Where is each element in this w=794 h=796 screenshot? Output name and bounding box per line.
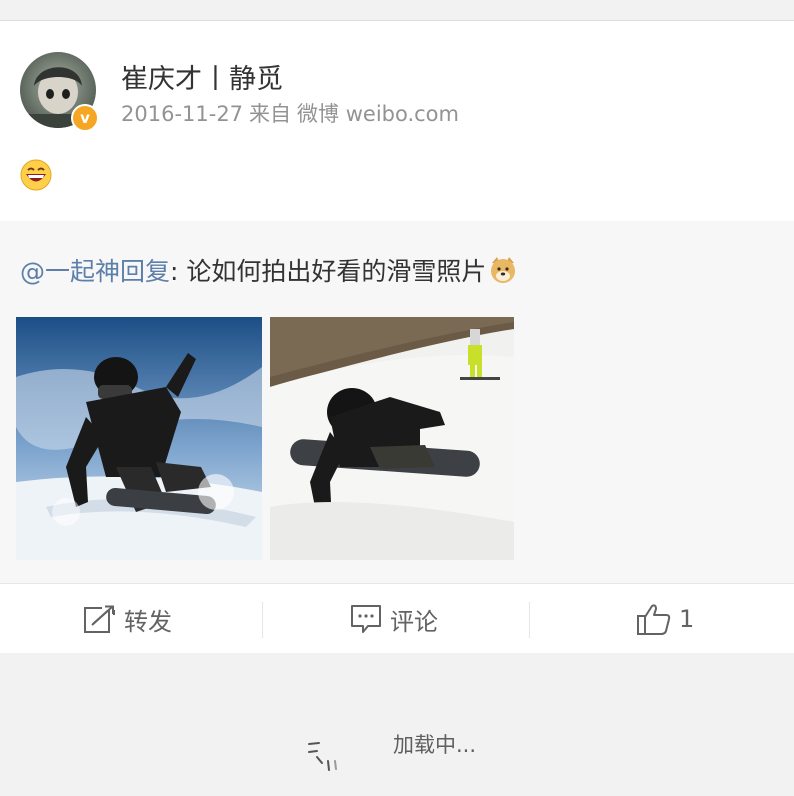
retweet-block[interactable]: @一起神回复: 论如何拍出好看的滑雪照片 [0,221,794,583]
divider [262,602,263,638]
verified-v-icon: v [71,104,99,132]
divider [529,602,530,638]
grinning-face-emoji [20,159,52,191]
mention-separator: : [170,257,187,286]
repost-label: 转发 [124,607,172,636]
user-name[interactable]: 崔庆才丨静觅 [121,57,283,96]
retweet-body: 论如何拍出好看的滑雪照片 [186,257,487,286]
like-count: 1 [679,605,695,633]
mention-link[interactable]: @一起神回复 [20,257,170,286]
loading-area: 加载中... [0,653,794,796]
snowboarder-photo-2[interactable] [270,317,514,560]
thumbs-up-icon [637,604,671,635]
loading-spinner-icon [308,742,337,771]
post-meta: 2016-11-27 来自 微博 weibo.com [121,98,465,128]
retweet-text: @一起神回复: 论如何拍出好看的滑雪照片 [20,252,518,288]
weibo-post-card: v 崔庆才丨静觅 2016-11-27 来自 微博 weibo.com @一起神回复… [0,21,794,655]
comment-button[interactable]: 评论 [350,584,438,654]
repost-button[interactable]: 转发 [84,584,172,654]
comment-icon [351,605,381,633]
top-strip [0,0,794,21]
avatar[interactable]: v [20,52,99,132]
source-prefix: 来自 [249,102,292,126]
action-bar: 转发 评论 1 [0,583,794,655]
comment-label: 评论 [390,607,438,636]
post-source[interactable]: 微博 weibo.com [297,102,459,126]
snowboarder-photo-1[interactable] [16,317,262,560]
repost-icon [84,605,116,633]
post-date: 2016-11-27 [121,102,244,126]
doge-emoji [491,257,516,283]
like-button[interactable]: 1 [637,584,694,654]
loading-text: 加载中... [393,733,477,757]
